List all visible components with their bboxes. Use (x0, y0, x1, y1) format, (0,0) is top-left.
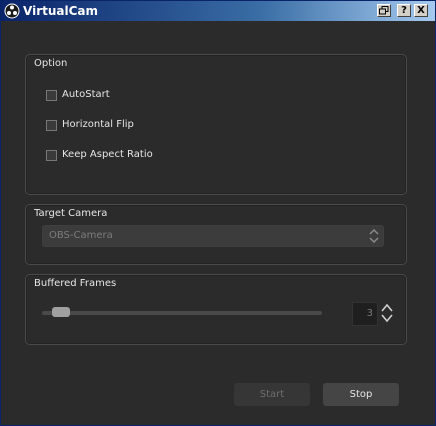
virtualcam-window: VirtualCam ? X Option AutoStart Horizont… (0, 0, 436, 426)
autostart-checkbox-box[interactable] (46, 90, 57, 101)
buffered-frames-spinbox[interactable]: 3 (352, 302, 378, 326)
restore-button[interactable] (377, 4, 391, 17)
buffered-frames-group: Buffered Frames 3 (25, 274, 407, 345)
spinbox-updown-arrow-icon[interactable] (380, 302, 394, 324)
horizontal-flip-checkbox-box[interactable] (46, 120, 57, 131)
option-group: Option AutoStart Horizontal Flip Keep As… (25, 54, 407, 195)
close-button[interactable]: X (414, 4, 428, 17)
option-group-title: Option (34, 58, 68, 69)
buffered-frames-value: 3 (366, 308, 373, 319)
title-bar[interactable]: VirtualCam ? X (1, 1, 435, 21)
window-title: VirtualCam (23, 4, 99, 18)
stop-button[interactable]: Stop (323, 383, 399, 406)
client-area: Option AutoStart Horizontal Flip Keep As… (5, 24, 431, 421)
help-button[interactable]: ? (397, 4, 411, 17)
buffered-frames-title: Buffered Frames (34, 278, 117, 289)
horizontal-flip-label: Horizontal Flip (62, 119, 134, 130)
target-camera-value: OBS-Camera (49, 230, 113, 241)
target-camera-title: Target Camera (34, 208, 108, 219)
buffered-frames-slider-handle[interactable] (52, 307, 70, 317)
start-button[interactable]: Start (234, 383, 310, 406)
app-logo-icon (4, 3, 20, 19)
keep-aspect-ratio-checkbox-box[interactable] (46, 150, 57, 161)
target-camera-select[interactable]: OBS-Camera (42, 225, 384, 247)
keep-aspect-ratio-label: Keep Aspect Ratio (62, 149, 153, 160)
buffered-frames-slider-track[interactable] (42, 311, 322, 315)
target-camera-group: Target Camera OBS-Camera (25, 204, 407, 265)
combo-updown-arrow-icon (367, 227, 381, 245)
autostart-label: AutoStart (62, 89, 110, 100)
